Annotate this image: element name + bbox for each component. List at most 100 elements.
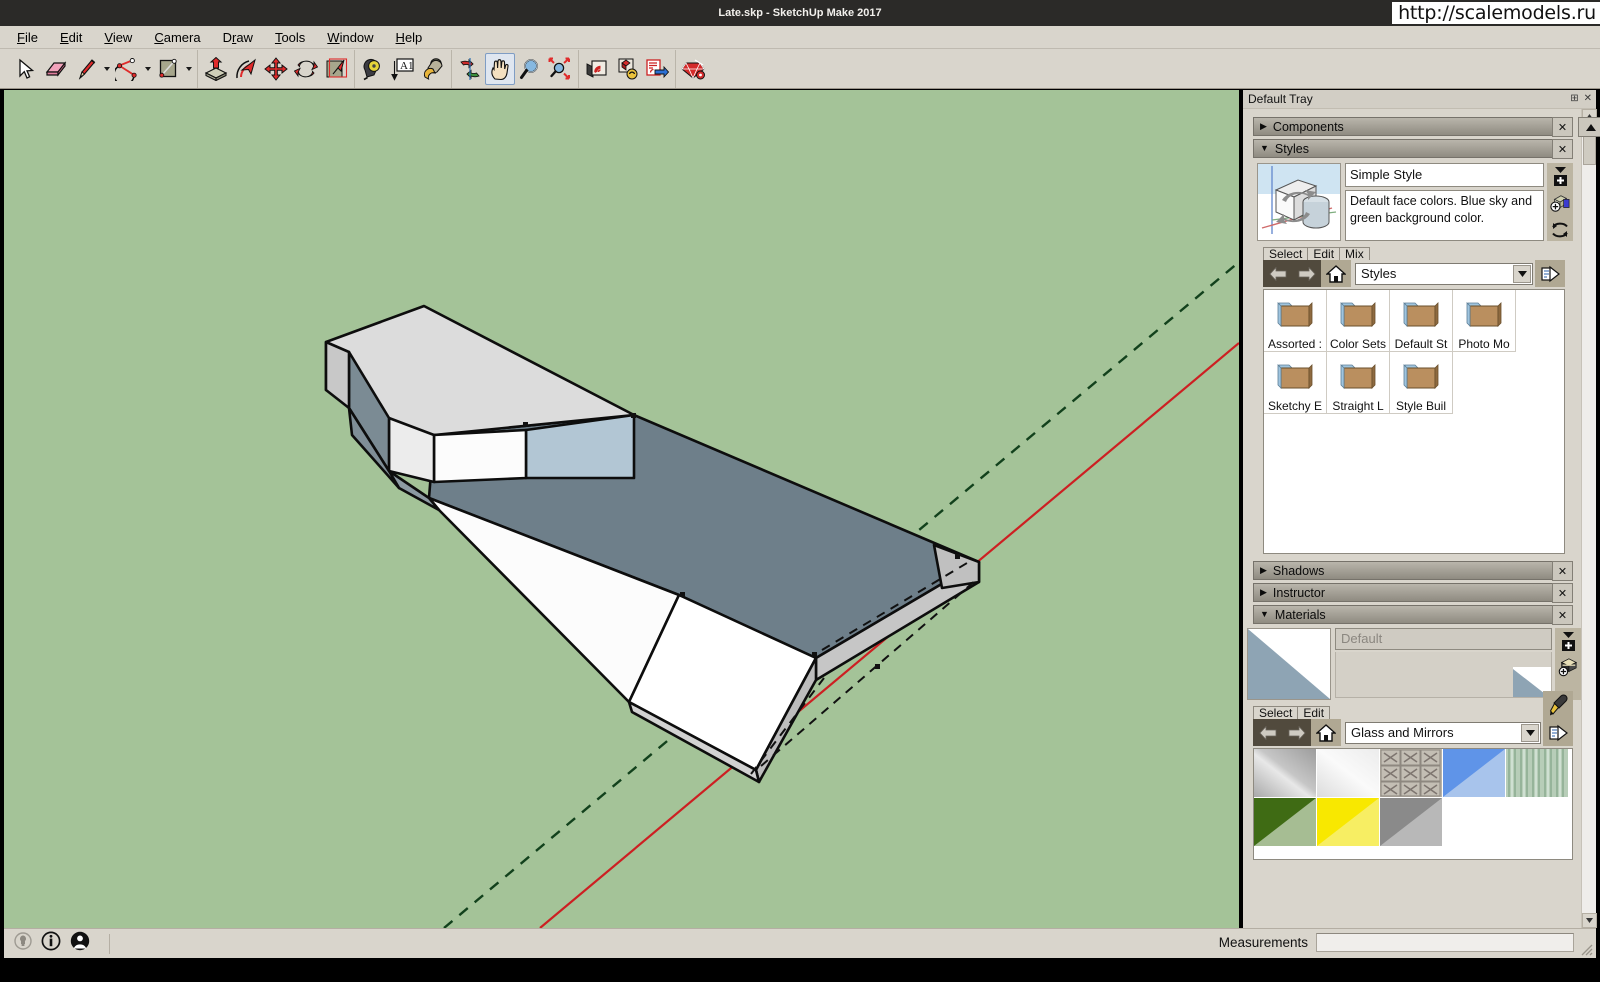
extension-manager-button[interactable] [679,53,709,85]
swatch-glass-corrugated-green[interactable] [1505,749,1569,798]
tab-select[interactable]: Select [1253,706,1299,719]
followme-tool[interactable] [231,53,261,85]
close-shadows-button[interactable]: ✕ [1552,561,1573,581]
styles-forward-button[interactable] [1292,260,1321,287]
eraser-tool[interactable] [41,53,71,85]
extension-warehouse-button[interactable] [642,53,672,85]
collapse-all-button[interactable] [1578,117,1600,137]
folder-photo-modeling[interactable]: Photo Mo [1452,290,1516,352]
measurements-input[interactable] [1316,933,1574,952]
edit-material-list-button[interactable] [1558,657,1578,677]
style-preview-thumbnail[interactable] [1257,163,1341,241]
close-components-button[interactable]: ✕ [1552,117,1573,137]
move-tool[interactable] [261,53,291,85]
swatch-mirror[interactable] [1254,749,1317,798]
close-icon[interactable]: ✕ [1584,93,1592,104]
styles-folder-grid[interactable]: Assorted : Color Sets Default St Photo M… [1263,289,1565,554]
pin-icon[interactable]: ⊞ [1570,93,1578,104]
update-style-button[interactable] [1550,193,1570,213]
warehouse-share-button[interactable] [612,53,642,85]
menu-edit[interactable]: Edit [49,28,93,47]
section-header-materials[interactable]: ▼ Materials ✕ [1253,605,1573,625]
close-materials-button[interactable]: ✕ [1552,605,1573,625]
menu-draw[interactable]: Draw [212,28,264,47]
materials-home-button[interactable] [1311,719,1341,746]
info-circle-icon[interactable] [41,931,61,956]
folder-default-styles[interactable]: Default St [1389,290,1453,352]
zoom-tool[interactable] [515,53,545,85]
orbit-tool[interactable] [455,53,485,85]
paint-bucket-tool[interactable] [418,53,448,85]
account-circle-icon[interactable] [70,931,90,956]
tab-select[interactable]: Select [1263,247,1309,260]
menu-camera[interactable]: Camera [143,28,211,47]
chevron-down-icon[interactable] [1521,723,1539,742]
section-header-shadows[interactable]: ▶ Shadows ✕ [1253,561,1573,581]
tab-edit[interactable]: Edit [1307,247,1341,260]
line-tool[interactable] [71,53,101,85]
style-name-field[interactable]: Simple Style [1345,163,1544,187]
folder-color-sets[interactable]: Color Sets [1326,290,1390,352]
materials-details-icon[interactable] [1548,724,1568,742]
dimension-tool[interactable]: A1 [388,53,418,85]
menu-file[interactable]: File [6,28,49,47]
swatch-translucent-glass-white[interactable] [1316,749,1380,798]
materials-collection-combobox[interactable]: Glass and Mirrors [1345,721,1541,744]
tab-mix[interactable]: Mix [1339,247,1370,260]
folder-icon [1336,295,1380,336]
materials-swatch-grid[interactable] [1253,748,1573,860]
swatch-glass-yellow[interactable] [1316,797,1380,847]
menu-window[interactable]: Window [316,28,384,47]
resize-grip-icon[interactable] [1580,943,1593,956]
default-material-swatch[interactable] [1247,628,1331,700]
scale-tool[interactable] [321,53,351,85]
pushpull-tool[interactable] [201,53,231,85]
swatch-glass-block[interactable] [1379,749,1443,798]
create-new-style-button[interactable] [1550,166,1570,186]
arc-tool-dropdown[interactable] [142,53,153,85]
swatch-glass-dark-green[interactable] [1254,797,1317,847]
warehouse-models-button[interactable] [582,53,612,85]
tape-measure-tool[interactable] [358,53,388,85]
refresh-style-button[interactable] [1550,220,1570,240]
folder-style-builder[interactable]: Style Buil [1389,351,1453,414]
folder-straight-lines[interactable]: Straight L [1326,351,1390,414]
svg-text:A1: A1 [400,60,413,72]
swatch-glass-blue[interactable] [1442,749,1506,798]
zoom-extents-tool[interactable] [545,53,575,85]
styles-home-button[interactable] [1321,260,1351,287]
style-description-field[interactable]: Default face colors. Blue sky and green … [1345,190,1544,241]
close-styles-button[interactable]: ✕ [1552,139,1573,159]
swatch-glass-grey[interactable] [1379,797,1443,847]
folder-assorted-styles[interactable]: Assorted : [1264,290,1327,352]
folder-sketchy-edges[interactable]: Sketchy E [1264,351,1327,414]
menu-view[interactable]: View [93,28,143,47]
section-header-components[interactable]: ▶ Components ✕ [1253,117,1600,137]
rectangle-tool-dropdown[interactable] [183,53,194,85]
model-viewport[interactable] [4,90,1239,928]
section-header-styles[interactable]: ▼ Styles ✕ [1253,139,1573,159]
hint-bulb-icon[interactable] [14,932,32,955]
arc-tool[interactable] [112,53,142,85]
line-tool-dropdown[interactable] [101,53,112,85]
title-bar: Late.skp - SketchUp Make 2017 [0,0,1600,26]
section-header-instructor[interactable]: ▶ Instructor ✕ [1253,583,1573,603]
tab-edit[interactable]: Edit [1297,706,1331,719]
material-name-field[interactable]: Default [1335,628,1552,650]
create-material-button[interactable] [1558,631,1578,651]
rectangle-tool[interactable] [153,53,183,85]
rotate-tool[interactable] [291,53,321,85]
styles-details-button[interactable] [1535,260,1565,287]
pan-tool[interactable] [485,52,515,85]
close-instructor-button[interactable]: ✕ [1552,583,1573,603]
menu-tools[interactable]: Tools [264,28,316,47]
scroll-down-button[interactable] [1582,913,1597,928]
tray-scrollbar[interactable] [1581,109,1597,928]
materials-back-button[interactable] [1253,719,1282,746]
materials-forward-button[interactable] [1282,719,1311,746]
styles-back-button[interactable] [1263,260,1292,287]
styles-collection-combobox[interactable]: Styles [1355,262,1533,285]
chevron-down-icon[interactable] [1513,264,1531,283]
menu-help[interactable]: Help [385,28,434,47]
select-tool[interactable] [11,53,41,85]
